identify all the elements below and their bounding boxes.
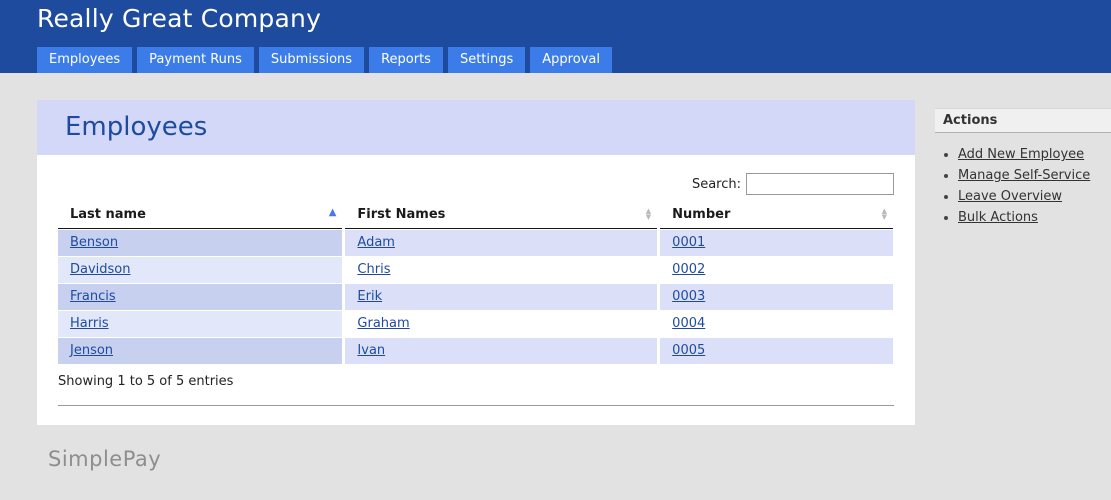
main-nav: Employees Payment Runs Submissions Repor… (37, 47, 612, 73)
table-row: Davidson Chris 0002 (58, 257, 893, 283)
app-header: Really Great Company Employees Payment R… (0, 0, 1111, 73)
table-row: Benson Adam 0001 (58, 230, 893, 256)
leave-overview-link[interactable]: Leave Overview (958, 189, 1062, 204)
bulk-actions-link[interactable]: Bulk Actions (958, 210, 1038, 225)
employee-first-names-link[interactable]: Graham (357, 316, 409, 331)
table-row: Francis Erik 0003 (58, 284, 893, 310)
page-title: Employees (37, 100, 915, 142)
employee-first-names-link[interactable]: Ivan (357, 343, 385, 358)
employee-first-names-link[interactable]: Erik (357, 289, 382, 304)
search-label: Search: (692, 177, 741, 192)
employee-last-name-link[interactable]: Davidson (70, 262, 131, 277)
employee-number-link[interactable]: 0002 (672, 262, 705, 277)
employee-first-names-link[interactable]: Adam (357, 235, 395, 250)
list-item: Leave Overview (958, 189, 1111, 204)
table-header-row: ▲ Last name ▲▼ First Names ▲▼ Number (58, 203, 893, 229)
search-input[interactable] (746, 173, 894, 195)
employee-last-name-link[interactable]: Harris (70, 316, 109, 331)
manage-self-service-link[interactable]: Manage Self-Service (958, 168, 1090, 183)
employees-table: ▲ Last name ▲▼ First Names ▲▼ Number (55, 202, 896, 365)
divider (58, 405, 894, 406)
tab-payment-runs[interactable]: Payment Runs (137, 47, 254, 73)
sort-both-icon: ▲▼ (646, 208, 651, 220)
employee-number-link[interactable]: 0001 (672, 235, 705, 250)
search-row: Search: (58, 173, 894, 197)
table-info: Showing 1 to 5 of 5 entries (58, 374, 894, 389)
content-panel: Employees Search: ▲ Last name ▲▼ Fi (37, 100, 915, 425)
employee-last-name-link[interactable]: Francis (70, 289, 116, 304)
add-new-employee-link[interactable]: Add New Employee (958, 147, 1084, 162)
simplepay-logo: SimplePay (48, 447, 161, 471)
tab-settings[interactable]: Settings (448, 47, 525, 73)
table-row: Harris Graham 0004 (58, 311, 893, 337)
actions-header: Actions (935, 108, 1111, 133)
employee-number-link[interactable]: 0004 (672, 316, 705, 331)
sort-asc-icon: ▲ (329, 208, 337, 218)
employee-number-link[interactable]: 0003 (672, 289, 705, 304)
tab-approval[interactable]: Approval (530, 47, 612, 73)
table-row: Jenson Ivan 0005 (58, 338, 893, 364)
employee-last-name-link[interactable]: Benson (70, 235, 118, 250)
table-area: Search: ▲ Last name ▲▼ First Names (37, 173, 915, 406)
actions-sidebar: Actions Add New Employee Manage Self-Ser… (935, 108, 1111, 231)
list-item: Bulk Actions (958, 210, 1111, 225)
actions-list: Add New Employee Manage Self-Service Lea… (935, 147, 1111, 225)
page-title-band: Employees (37, 100, 915, 155)
sort-both-icon: ▲▼ (882, 208, 887, 220)
column-header-first-names[interactable]: ▲▼ First Names (345, 203, 657, 229)
employee-last-name-link[interactable]: Jenson (70, 343, 113, 358)
column-header-number[interactable]: ▲▼ Number (660, 203, 893, 229)
list-item: Manage Self-Service (958, 168, 1111, 183)
page: Really Great Company Employees Payment R… (0, 0, 1111, 500)
list-item: Add New Employee (958, 147, 1111, 162)
column-header-last-name[interactable]: ▲ Last name (58, 203, 342, 229)
employee-first-names-link[interactable]: Chris (357, 262, 390, 277)
company-title: Really Great Company (37, 4, 321, 33)
tab-reports[interactable]: Reports (369, 47, 443, 73)
tab-employees[interactable]: Employees (37, 47, 132, 73)
employee-number-link[interactable]: 0005 (672, 343, 705, 358)
tab-submissions[interactable]: Submissions (259, 47, 364, 73)
